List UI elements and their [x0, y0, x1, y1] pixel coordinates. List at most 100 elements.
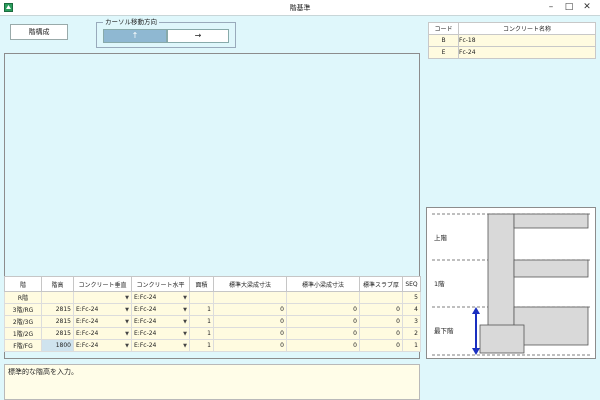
- area-cell[interactable]: 1: [189, 339, 214, 352]
- table-row[interactable]: B Fc-18: [428, 34, 596, 47]
- chevron-down-icon[interactable]: ▼: [183, 317, 187, 327]
- seq-cell[interactable]: 2: [402, 327, 421, 340]
- horizontal-concrete-select[interactable]: E:Fc-24 ▼: [131, 339, 190, 352]
- concrete-code[interactable]: B: [428, 34, 459, 47]
- chevron-down-icon[interactable]: ▼: [183, 329, 187, 339]
- large-beam-cell[interactable]: 0: [213, 339, 287, 352]
- small-beam-cell[interactable]: 0: [286, 315, 360, 328]
- vertical-concrete-select[interactable]: E:Fc-24 ▼: [73, 303, 132, 316]
- small-beam-cell[interactable]: 0: [286, 339, 360, 352]
- table-row[interactable]: F階/FG 1800 E:Fc-24 ▼ E:Fc-24 ▼ 1 0 0 0 1: [4, 339, 421, 352]
- label-lowest-floor: 最下階: [434, 326, 454, 335]
- height-cell[interactable]: 1800: [41, 339, 74, 352]
- concrete-code[interactable]: E: [428, 46, 459, 59]
- header-large-beam: 標準大梁成寸法: [213, 276, 287, 292]
- large-beam-cell[interactable]: [213, 291, 287, 304]
- horizontal-concrete-select[interactable]: E:Fc-24 ▼: [131, 291, 190, 304]
- large-beam-cell[interactable]: 0: [213, 327, 287, 340]
- concrete-name[interactable]: Fc-18: [458, 34, 596, 47]
- chevron-down-icon[interactable]: ▼: [183, 341, 187, 351]
- vertical-concrete-select[interactable]: ▼: [73, 291, 132, 304]
- beam-shape: [513, 213, 589, 229]
- vertical-concrete-select[interactable]: E:Fc-24 ▼: [73, 315, 132, 328]
- small-beam-cell[interactable]: 0: [286, 303, 360, 316]
- vertical-concrete-value: E:Fc-24: [76, 330, 99, 337]
- slab-cell[interactable]: 0: [359, 303, 403, 316]
- label-first-floor: 1階: [434, 279, 445, 288]
- large-beam-cell[interactable]: 0: [213, 315, 287, 328]
- slab-cell[interactable]: [359, 291, 403, 304]
- concrete-list-table: コード コンクリート名称 B Fc-18 E Fc-24: [428, 22, 596, 59]
- floor-cell[interactable]: 1階/2G: [4, 327, 42, 340]
- floor-config-button[interactable]: 階構成: [10, 24, 68, 40]
- header-code: コード: [428, 22, 459, 35]
- floor-cell[interactable]: F階/FG: [4, 339, 42, 352]
- cursor-direction-group: カーソル移動方向 ↑ →: [96, 18, 236, 48]
- vertical-concrete-select[interactable]: E:Fc-24 ▼: [73, 327, 132, 340]
- vertical-concrete-select[interactable]: E:Fc-24 ▼: [73, 339, 132, 352]
- slab-cell[interactable]: 0: [359, 339, 403, 352]
- seq-cell[interactable]: 3: [402, 315, 421, 328]
- small-beam-cell[interactable]: [286, 291, 360, 304]
- horizontal-concrete-value: E:Fc-24: [134, 306, 157, 313]
- large-beam-cell[interactable]: 0: [213, 303, 287, 316]
- column-shape: [487, 213, 515, 338]
- footing-shape: [479, 324, 525, 354]
- maximize-icon[interactable]: □: [562, 1, 576, 14]
- table-row[interactable]: 1階/2G 2815 E:Fc-24 ▼ E:Fc-24 ▼ 1 0 0 0 2: [4, 327, 421, 340]
- seq-cell[interactable]: 1: [402, 339, 421, 352]
- floor-cell[interactable]: R階: [4, 291, 42, 304]
- chevron-down-icon[interactable]: ▼: [125, 305, 129, 315]
- header-height: 階高: [41, 276, 74, 292]
- area-cell[interactable]: 1: [189, 315, 214, 328]
- vertical-concrete-value: E:Fc-24: [76, 306, 99, 313]
- beam-shape: [513, 306, 589, 346]
- floor-cell[interactable]: 3階/RG: [4, 303, 42, 316]
- height-cell[interactable]: 2815: [41, 315, 74, 328]
- area-cell[interactable]: [189, 291, 214, 304]
- chevron-down-icon[interactable]: ▼: [125, 341, 129, 351]
- direction-right-button[interactable]: →: [167, 29, 229, 43]
- header-small-beam: 標準小梁成寸法: [286, 276, 360, 292]
- floor-table: 階 階高 コンクリート垂直 コンクリート水平 面積 標準大梁成寸法 標準小梁成寸…: [4, 276, 421, 352]
- header-slab: 標準スラブ厚: [359, 276, 403, 292]
- chevron-down-icon[interactable]: ▼: [125, 293, 129, 303]
- seq-cell[interactable]: 4: [402, 303, 421, 316]
- chevron-down-icon[interactable]: ▼: [183, 305, 187, 315]
- table-row[interactable]: 2階/3G 2815 E:Fc-24 ▼ E:Fc-24 ▼ 1 0 0 0 3: [4, 315, 421, 328]
- height-cell[interactable]: [41, 291, 74, 304]
- area-cell[interactable]: 1: [189, 303, 214, 316]
- chevron-down-icon[interactable]: ▼: [183, 293, 187, 303]
- direction-up-button[interactable]: ↑: [103, 29, 167, 43]
- small-beam-cell[interactable]: 0: [286, 327, 360, 340]
- horizontal-concrete-select[interactable]: E:Fc-24 ▼: [131, 315, 190, 328]
- header-floor: 階: [4, 276, 42, 292]
- header-concrete-vertical: コンクリート垂直: [73, 276, 132, 292]
- slab-cell[interactable]: 0: [359, 327, 403, 340]
- floor-cell[interactable]: 2階/3G: [4, 315, 42, 328]
- horizontal-concrete-value: E:Fc-24: [134, 294, 157, 301]
- table-row[interactable]: E Fc-24: [428, 46, 596, 59]
- minimize-icon[interactable]: –: [544, 1, 558, 14]
- horizontal-concrete-value: E:Fc-24: [134, 318, 157, 325]
- label-upper-floor: 上階: [434, 233, 448, 242]
- window-title: 階基準: [289, 4, 311, 12]
- header-area: 面積: [189, 276, 214, 292]
- height-cell[interactable]: 2815: [41, 327, 74, 340]
- height-cell[interactable]: 2815: [41, 303, 74, 316]
- horizontal-concrete-select[interactable]: E:Fc-24 ▼: [131, 303, 190, 316]
- concrete-name[interactable]: Fc-24: [458, 46, 596, 59]
- area-cell[interactable]: 1: [189, 327, 214, 340]
- horizontal-concrete-value: E:Fc-24: [134, 330, 157, 337]
- seq-cell[interactable]: 5: [402, 291, 421, 304]
- chevron-down-icon[interactable]: ▼: [125, 317, 129, 327]
- vertical-concrete-value: E:Fc-24: [76, 318, 99, 325]
- horizontal-concrete-value: E:Fc-24: [134, 342, 157, 349]
- slab-cell[interactable]: 0: [359, 315, 403, 328]
- table-row[interactable]: 3階/RG 2815 E:Fc-24 ▼ E:Fc-24 ▼ 1 0 0 0 4: [4, 303, 421, 316]
- chevron-down-icon[interactable]: ▼: [125, 329, 129, 339]
- cursor-direction-label: カーソル移動方向: [103, 18, 159, 27]
- table-row[interactable]: R階 ▼ E:Fc-24 ▼ 5: [4, 291, 421, 304]
- close-icon[interactable]: ✕: [580, 1, 594, 14]
- horizontal-concrete-select[interactable]: E:Fc-24 ▼: [131, 327, 190, 340]
